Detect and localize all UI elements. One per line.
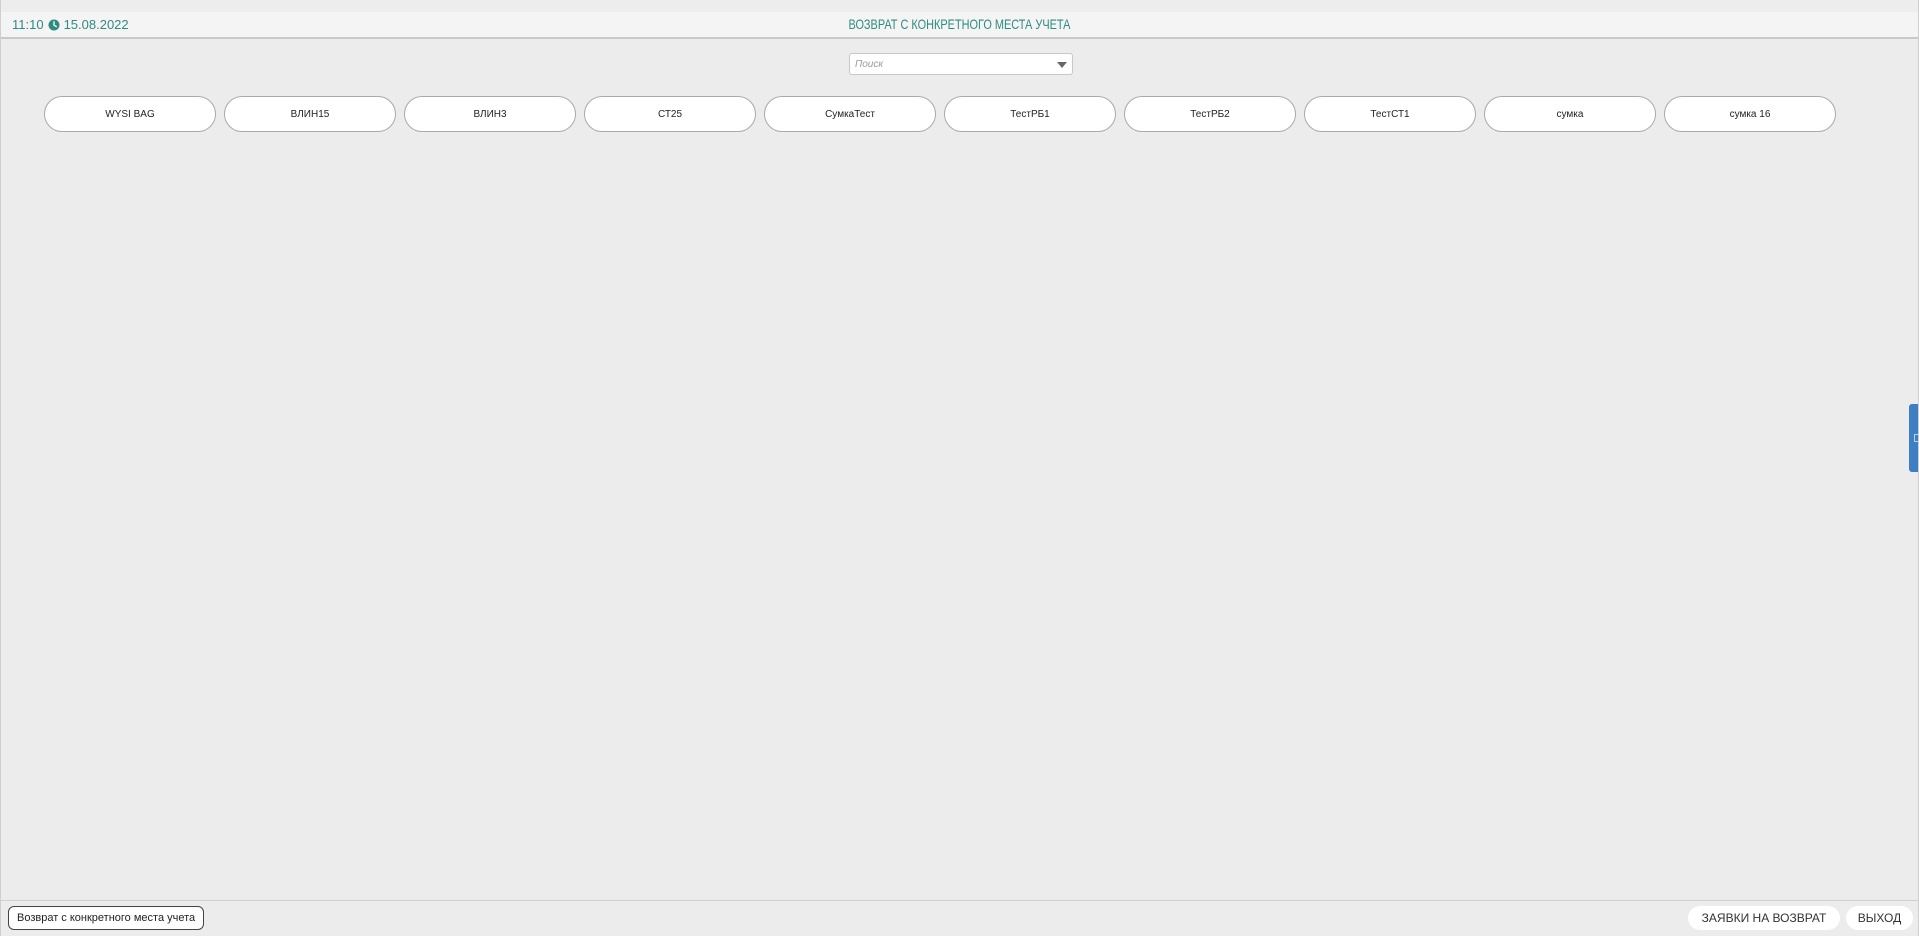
datetime-display: 11:10 15.08.2022 [12, 17, 129, 32]
page-title: ВОЗВРАТ С КОНКРЕТНОГО МЕСТА УЧЕТА [848, 16, 1071, 32]
search-dropdown[interactable] [849, 53, 1073, 75]
exit-button[interactable]: ВЫХОД [1846, 906, 1913, 930]
breadcrumb[interactable]: Возврат с конкретного места учета [8, 906, 205, 930]
return-requests-button[interactable]: ЗАЯВКИ НА ВОЗВРАТ [1688, 906, 1840, 930]
place-button-testrb1[interactable]: ТестРБ1 [944, 96, 1116, 132]
place-button-wysi-bag[interactable]: WYSI BAG [44, 96, 216, 132]
place-button-sumka-16[interactable]: сумка 16 [1664, 96, 1836, 132]
clock-icon [48, 19, 60, 30]
place-button-sumkatest[interactable]: СумкаТест [764, 96, 936, 132]
search-input[interactable] [850, 54, 1040, 74]
chevron-down-icon[interactable] [1057, 62, 1067, 68]
header-bar: 11:10 15.08.2022 ВОЗВРАТ С КОНКРЕТНОГО М… [1, 12, 1918, 39]
place-button-vlin3[interactable]: ВЛИН3 [404, 96, 576, 132]
place-button-vlin15[interactable]: ВЛИН15 [224, 96, 396, 132]
time-text: 11:10 [12, 17, 44, 32]
place-button-sumka[interactable]: сумка [1484, 96, 1656, 132]
place-button-testst1[interactable]: ТестСТ1 [1304, 96, 1476, 132]
places-list: WYSI BAG ВЛИН15 ВЛИН3 СТ25 СумкаТест Тес… [44, 96, 1836, 132]
place-button-st25[interactable]: СТ25 [584, 96, 756, 132]
panel-collapse-icon [1914, 434, 1918, 442]
place-button-testrb2[interactable]: ТестРБ2 [1124, 96, 1296, 132]
date-text: 15.08.2022 [63, 17, 129, 32]
side-panel-toggle[interactable] [1909, 404, 1918, 472]
app-window: 11:10 15.08.2022 ВОЗВРАТ С КОНКРЕТНОГО М… [0, 0, 1919, 936]
footer-bar: Возврат с конкретного места учета ЗАЯВКИ… [1, 900, 1918, 936]
